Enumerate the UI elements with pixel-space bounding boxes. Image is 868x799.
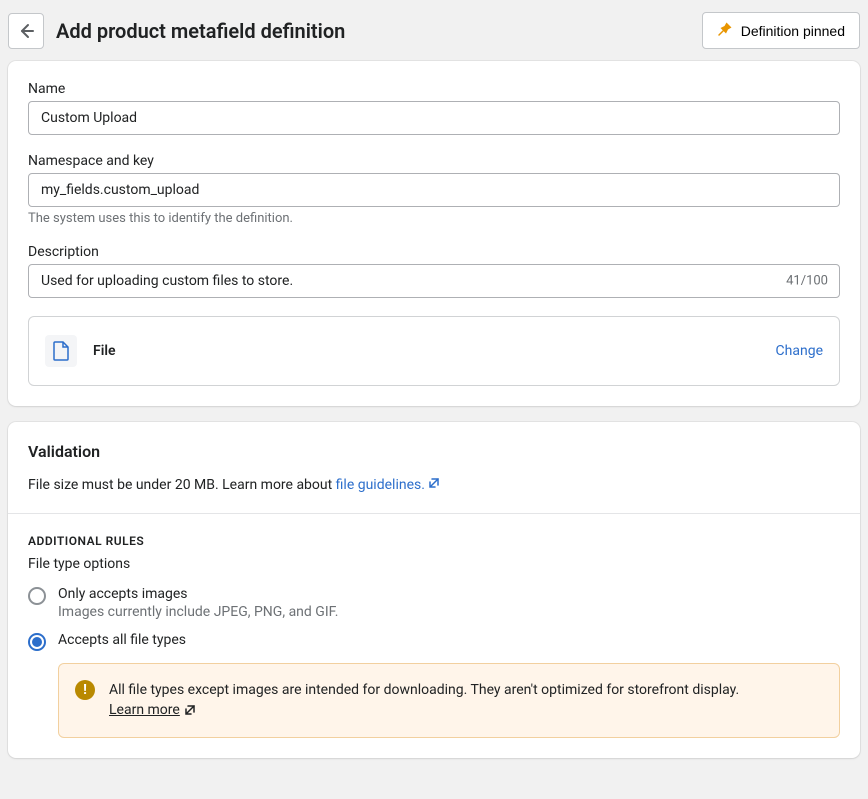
warning-icon: ! bbox=[75, 680, 95, 700]
validation-card: Validation File size must be under 20 MB… bbox=[8, 422, 860, 758]
definition-card: Name Namespace and key The system uses t… bbox=[8, 61, 860, 406]
file-icon bbox=[52, 341, 70, 361]
type-label: File bbox=[93, 343, 760, 359]
page-title: Add product metafield definition bbox=[56, 19, 690, 43]
file-guidelines-link[interactable]: file guidelines. bbox=[336, 477, 441, 493]
namespace-label: Namespace and key bbox=[28, 153, 840, 169]
type-selector: File Change bbox=[28, 316, 840, 386]
name-input[interactable] bbox=[28, 101, 840, 135]
radio-icon bbox=[28, 587, 46, 605]
external-link-icon bbox=[184, 704, 196, 716]
namespace-group: Namespace and key The system uses this t… bbox=[28, 153, 840, 226]
file-icon-wrap bbox=[45, 335, 77, 367]
warning-text-wrap: All file types except images are intende… bbox=[109, 680, 739, 721]
description-input[interactable] bbox=[28, 264, 840, 298]
namespace-input[interactable] bbox=[28, 173, 840, 207]
page-header: Add product metafield definition Definit… bbox=[0, 0, 868, 61]
radio-only-images-help: Images currently include JPEG, PNG, and … bbox=[58, 604, 338, 620]
validation-body-prefix: File size must be under 20 MB. Learn mor… bbox=[28, 477, 336, 493]
warning-text: All file types except images are intende… bbox=[109, 682, 739, 698]
file-type-options-label: File type options bbox=[28, 556, 840, 572]
radio-all-types-label: Accepts all file types bbox=[58, 632, 186, 648]
description-group: Description 41/100 bbox=[28, 244, 840, 298]
back-button[interactable] bbox=[8, 13, 44, 49]
radio-all-types[interactable]: Accepts all file types bbox=[28, 632, 840, 651]
validation-heading: Validation bbox=[28, 442, 840, 461]
name-label: Name bbox=[28, 81, 840, 97]
warning-banner: ! All file types except images are inten… bbox=[58, 663, 840, 738]
radio-icon bbox=[28, 633, 46, 651]
radio-only-images[interactable]: Only accepts images Images currently inc… bbox=[28, 586, 840, 620]
namespace-help-text: The system uses this to identify the def… bbox=[28, 211, 840, 226]
description-label: Description bbox=[28, 244, 840, 260]
name-group: Name bbox=[28, 81, 840, 135]
pin-icon bbox=[717, 21, 733, 40]
arrow-left-icon bbox=[16, 21, 36, 41]
external-link-icon bbox=[428, 477, 440, 489]
validation-body: File size must be under 20 MB. Learn mor… bbox=[28, 477, 840, 493]
learn-more-link[interactable]: Learn more bbox=[109, 700, 196, 720]
pinned-button-label: Definition pinned bbox=[741, 23, 845, 39]
change-type-link[interactable]: Change bbox=[776, 343, 823, 359]
additional-rules-heading: ADDITIONAL RULES bbox=[28, 534, 840, 548]
file-type-radio-group: Only accepts images Images currently inc… bbox=[28, 586, 840, 651]
definition-pinned-button[interactable]: Definition pinned bbox=[702, 12, 860, 49]
radio-only-images-label: Only accepts images bbox=[58, 586, 338, 602]
